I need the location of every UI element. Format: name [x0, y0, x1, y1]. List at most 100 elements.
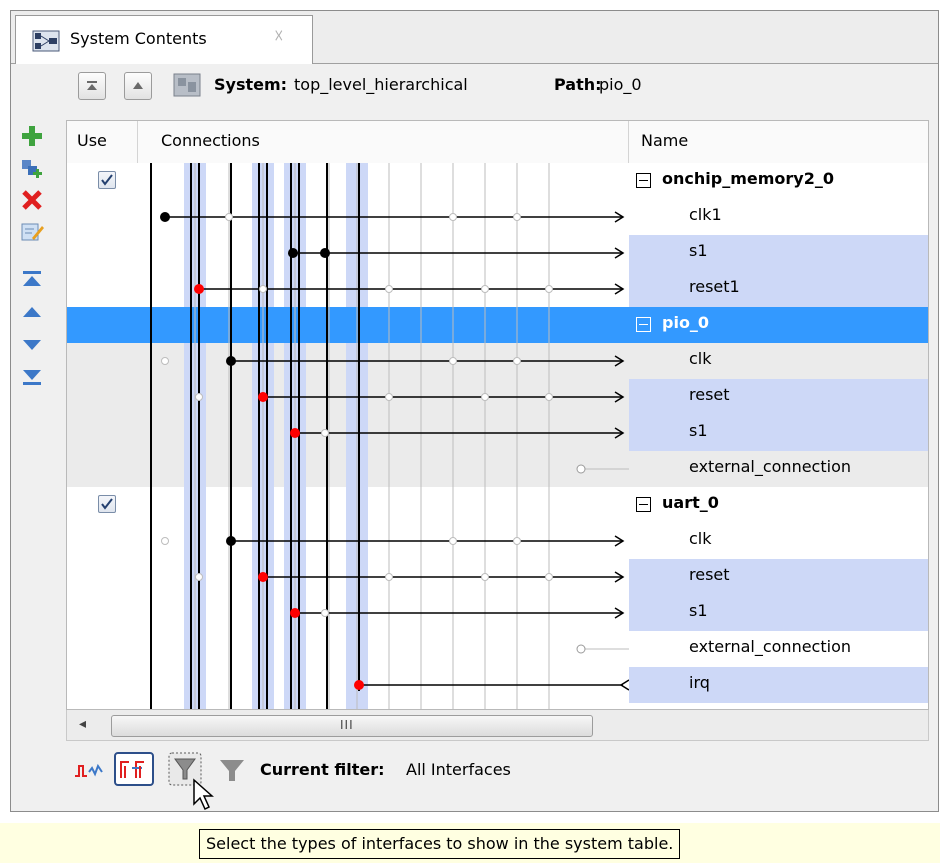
tab-bar: System Contents ☓: [11, 11, 938, 64]
collapse-toggle[interactable]: [636, 173, 651, 188]
scroll-left-icon[interactable]: ◂: [79, 716, 86, 732]
connection-point: [481, 393, 489, 401]
move-to-top-icon[interactable]: [20, 268, 44, 292]
tab-label: System Contents: [70, 29, 207, 48]
move-up-icon[interactable]: [20, 300, 44, 324]
current-filter-label: Current filter:: [260, 760, 385, 779]
interface-name: external_connection: [689, 637, 851, 656]
row-highlight: [629, 595, 928, 631]
connection-dot: [290, 608, 300, 618]
connection-point: [225, 213, 233, 221]
column-use[interactable]: Use: [77, 131, 107, 150]
connection-point: [481, 573, 489, 581]
row-highlight: [629, 667, 928, 703]
connection-point: [449, 357, 457, 365]
move-to-bottom-icon[interactable]: [20, 364, 44, 388]
connection-point: [545, 573, 553, 581]
irq-arrow: [619, 679, 629, 691]
collapse-toggle[interactable]: [636, 317, 651, 332]
column-name[interactable]: Name: [641, 131, 688, 150]
connection-dot: [258, 392, 268, 402]
system-icon: [173, 73, 201, 97]
connection-point: [513, 213, 521, 221]
connection-point: [513, 357, 521, 365]
connection-dot: [320, 248, 330, 258]
column-connections[interactable]: Connections: [161, 131, 260, 150]
interface-name: reset: [689, 565, 730, 584]
component-name: uart_0: [662, 493, 719, 512]
move-top-icon: [87, 81, 97, 90]
tooltip: Select the types of interfaces to show i…: [199, 829, 681, 859]
interface-name: clk1: [689, 205, 722, 224]
connection-point: [449, 537, 457, 545]
irq-dot: [354, 680, 364, 690]
connection-dot: [194, 284, 204, 294]
clear-filter-icon[interactable]: [218, 756, 246, 784]
column-divider[interactable]: [628, 121, 629, 163]
path-label: Path:: [554, 75, 602, 94]
connection-point: [481, 285, 489, 293]
connection-dot: [258, 572, 268, 582]
component-name: onchip_memory2_0: [662, 169, 834, 188]
show-all-filter-icon[interactable]: [114, 752, 154, 786]
add-icon[interactable]: [20, 124, 44, 148]
row-highlight: [629, 271, 928, 307]
add-component-icon[interactable]: [20, 156, 44, 180]
interface-name: irq: [689, 673, 710, 692]
connection-dot: [226, 356, 236, 366]
connection-point: [321, 609, 329, 617]
move-up-button[interactable]: [124, 72, 152, 100]
export-point: [576, 464, 586, 474]
interface-name: clk: [689, 529, 712, 548]
export-point: [576, 644, 586, 654]
connection-point: [545, 393, 553, 401]
mouse-pointer-icon: [193, 778, 214, 811]
system-toolbar: System: top_level_hierarchical Path: pio…: [66, 70, 926, 110]
system-contents-icon: [32, 30, 60, 52]
interface-name: reset1: [689, 277, 740, 296]
interface-name: s1: [689, 241, 708, 260]
row-highlight: [629, 379, 928, 415]
row-highlight: [629, 235, 928, 271]
component-name: pio_0: [662, 313, 710, 332]
connection-point: [545, 285, 553, 293]
move-down-icon[interactable]: [20, 332, 44, 356]
interface-name: s1: [689, 421, 708, 440]
row-highlight: [629, 415, 928, 451]
connection-point: [195, 393, 203, 401]
connection-point: [321, 429, 329, 437]
move-top-button[interactable]: [78, 72, 106, 100]
scrollbar-grip: III: [340, 718, 354, 732]
system-label: System:: [214, 75, 288, 94]
current-filter-value: All Interfaces: [406, 760, 511, 779]
connection-point: [449, 213, 457, 221]
scrollbar-thumb[interactable]: III: [111, 715, 593, 737]
connection-point: [259, 285, 267, 293]
connection-dot: [290, 428, 300, 438]
row-highlight: [629, 559, 928, 595]
connection-dot: [160, 212, 170, 222]
path-value: pio_0: [599, 75, 642, 94]
move-up-icon: [133, 82, 143, 89]
table-header: Use Connections Name: [67, 121, 928, 164]
system-table: Use Connections Name onchip_memory2_0clk…: [66, 120, 929, 710]
connection-point: [385, 573, 393, 581]
column-divider[interactable]: [137, 121, 138, 163]
remove-icon[interactable]: [20, 188, 44, 212]
tab-system-contents[interactable]: System Contents ☓: [15, 15, 313, 64]
connection-point: [161, 357, 169, 365]
horizontal-scrollbar[interactable]: ◂ III: [66, 710, 929, 741]
clock-reset-filter-icon[interactable]: [74, 760, 104, 782]
connection-dot: [288, 248, 298, 258]
interface-name: reset: [689, 385, 730, 404]
connection-point: [195, 573, 203, 581]
connections-diagram[interactable]: [67, 163, 629, 709]
edit-icon[interactable]: [20, 220, 44, 244]
connection-point: [513, 537, 521, 545]
tab-close-icon[interactable]: ☓: [274, 26, 284, 47]
interface-name: clk: [689, 349, 712, 368]
system-value: top_level_hierarchical: [294, 75, 468, 94]
connection-point: [385, 393, 393, 401]
interface-name: s1: [689, 601, 708, 620]
collapse-toggle[interactable]: [636, 497, 651, 512]
